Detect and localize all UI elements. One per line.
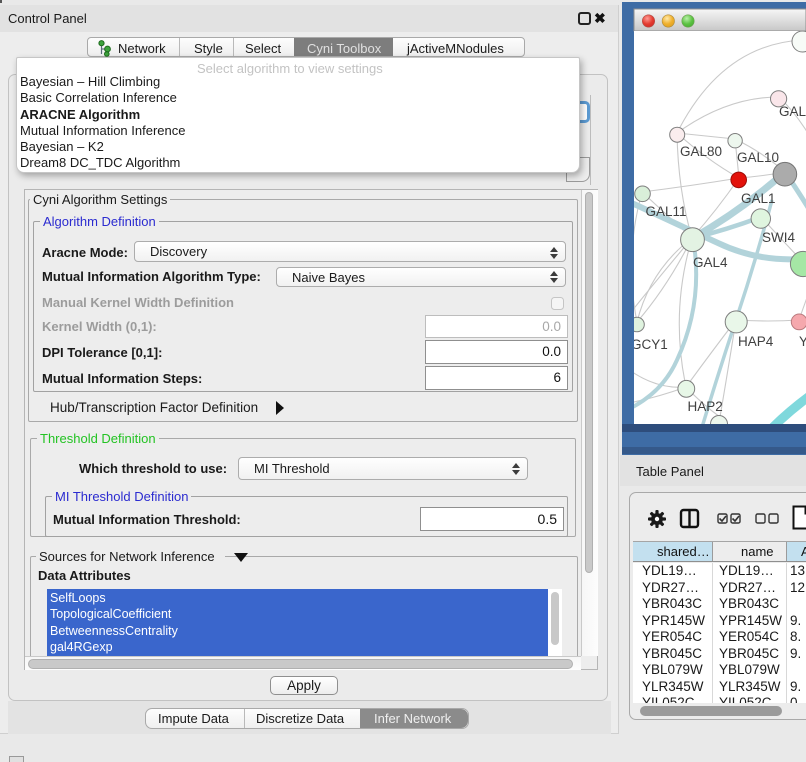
svg-text:GCY1: GCY1	[631, 337, 668, 352]
svg-text:GAL80: GAL80	[680, 144, 722, 159]
svg-text:Y: Y	[799, 334, 806, 349]
svg-text:GAL4: GAL4	[693, 255, 728, 270]
svg-text:GAL11: GAL11	[646, 204, 687, 219]
svg-text:HAP4: HAP4	[738, 334, 774, 349]
svg-text:GAL2: GAL2	[779, 104, 806, 119]
svg-text:HAP2: HAP2	[688, 399, 723, 414]
svg-text:GAL10: GAL10	[737, 150, 779, 165]
svg-text:SWI4: SWI4	[762, 230, 795, 245]
svg-text:GAL1: GAL1	[741, 191, 776, 206]
